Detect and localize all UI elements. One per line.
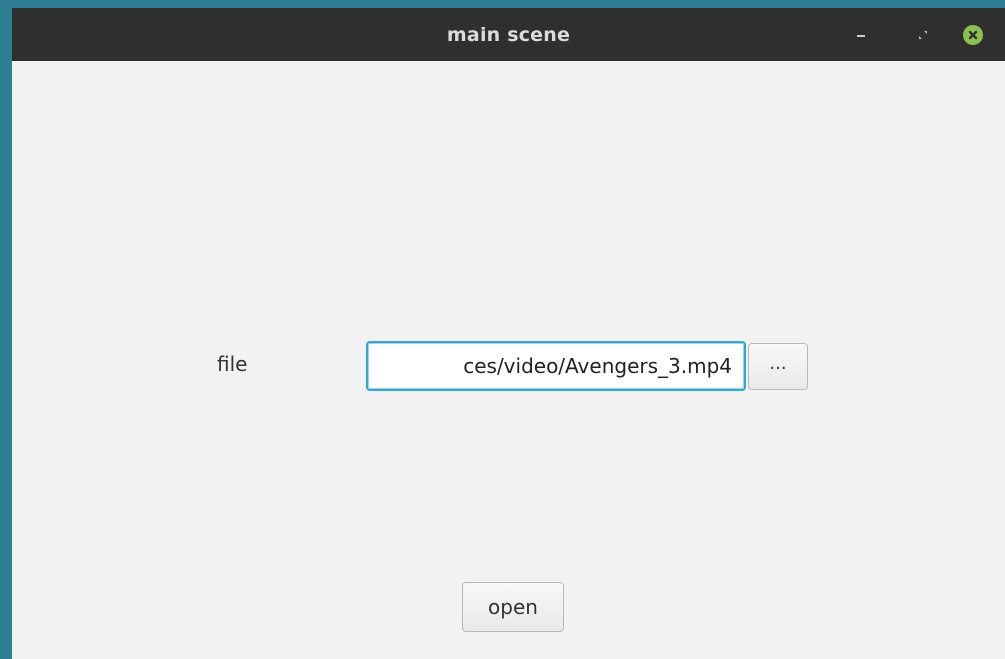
browse-button[interactable]: ... xyxy=(748,343,808,390)
maximize-icon xyxy=(919,31,927,39)
close-icon xyxy=(963,25,983,45)
app-window: main scene file ... open xyxy=(12,8,1005,659)
minimize-icon xyxy=(857,35,865,37)
open-button[interactable]: open xyxy=(462,582,564,632)
minimize-button[interactable] xyxy=(850,24,872,46)
maximize-button[interactable] xyxy=(912,24,934,46)
file-path-input[interactable] xyxy=(366,341,746,391)
file-label: file xyxy=(217,352,248,376)
main-content: file ... open xyxy=(12,61,1005,659)
title-bar[interactable]: main scene xyxy=(12,8,1005,62)
close-button[interactable] xyxy=(962,24,984,46)
